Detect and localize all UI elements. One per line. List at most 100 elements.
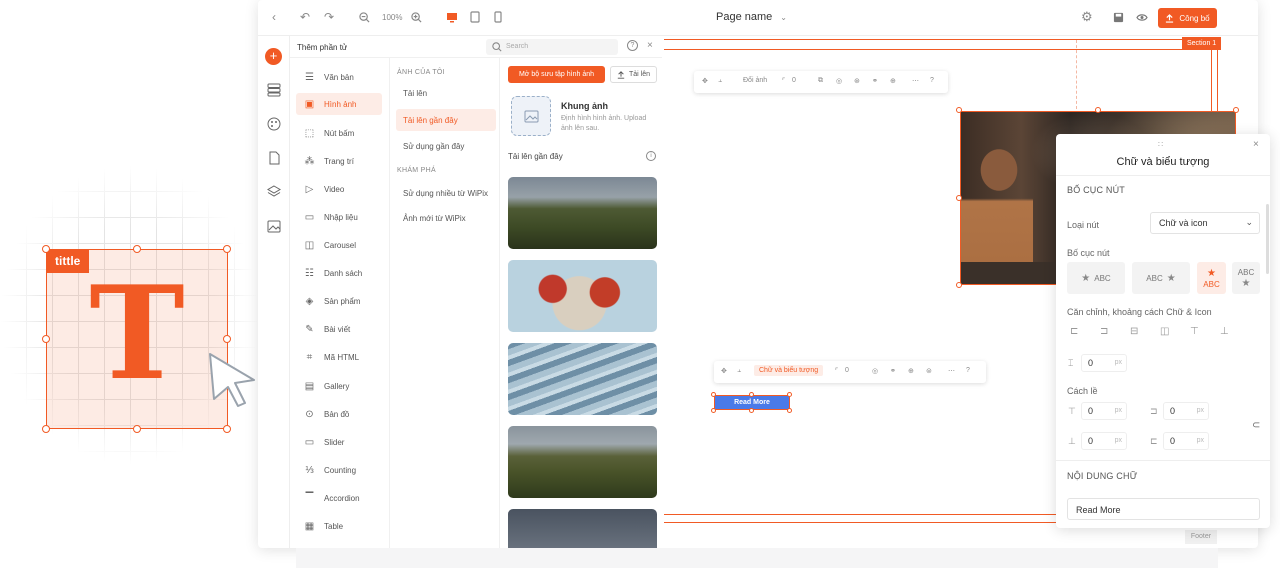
zoom-out-icon[interactable] [359, 12, 370, 23]
layout-icon-top[interactable]: ★ ABC [1197, 262, 1226, 294]
gap-input[interactable]: 0 px [1081, 354, 1127, 372]
help-icon[interactable]: ? [627, 40, 638, 51]
align-bottom-icon[interactable]: ⊥ [1220, 326, 1229, 337]
resize-handle[interactable] [711, 392, 716, 397]
effects-icon[interactable]: ⊕ [908, 367, 914, 375]
page-name-selector[interactable]: Page name ⌄ [716, 11, 787, 23]
category-carousel[interactable]: ◫ Carousel [296, 234, 382, 256]
category-image[interactable]: ▣ Hình ảnh [296, 93, 382, 115]
drag-handle-icon[interactable]: ∷ [1158, 140, 1163, 149]
padding-right-input[interactable]: 0 px [1163, 402, 1209, 420]
image-thumbnail[interactable] [508, 426, 657, 498]
effects-icon[interactable]: ⊛ [854, 77, 860, 85]
tablet-view-icon[interactable] [470, 11, 480, 23]
animation-icon[interactable]: ◎ [836, 77, 842, 85]
category-product[interactable]: ◈ Sản phẩm [296, 290, 382, 312]
button-mode-selector[interactable]: Chữ và biểu tượng [754, 365, 824, 376]
style-icon[interactable]: ⊕ [890, 77, 896, 85]
sections-icon[interactable] [267, 83, 281, 97]
search-input[interactable]: Search [486, 39, 618, 55]
category-gallery[interactable]: ▤ Gallery [296, 375, 382, 397]
button-type-select[interactable]: Chữ và icon ⌄ [1150, 212, 1260, 234]
link-padding-icon[interactable]: ⊂ [1252, 420, 1260, 431]
image-frame-thumbnail[interactable] [511, 96, 551, 136]
link-icon[interactable]: ⚭ [872, 77, 878, 85]
category-list-item[interactable]: ☷ Danh sách [296, 262, 382, 284]
resize-handle[interactable] [787, 408, 792, 413]
more-icon[interactable]: ⋯ [948, 367, 955, 375]
corner-radius-value[interactable]: 0 [845, 367, 849, 374]
category-video[interactable]: ▷ Video [296, 178, 382, 200]
resize-handle[interactable] [1095, 107, 1101, 113]
layout-icon-bottom[interactable]: ABC ★ [1232, 262, 1260, 294]
menu-wipix-popular[interactable]: Sử dụng nhiều từ WiPix [396, 182, 496, 204]
back-icon[interactable]: ‹ [272, 10, 276, 24]
settings-gear-icon[interactable]: ⚙ [1081, 9, 1093, 25]
category-text[interactable]: ☰ Văn bản [296, 66, 382, 88]
palette-icon[interactable] [267, 117, 281, 131]
category-html[interactable]: ⌗ Mã HTML [296, 346, 382, 368]
distribute-icon[interactable]: ◫ [1160, 326, 1169, 337]
mobile-view-icon[interactable] [494, 11, 502, 23]
image-thumbnail[interactable] [508, 343, 657, 415]
category-input[interactable]: ▭ Nhập liệu [296, 206, 382, 228]
save-icon[interactable] [1113, 12, 1124, 23]
align-icon[interactable]: ⫠ [718, 77, 722, 85]
media-icon[interactable] [267, 220, 281, 233]
category-table[interactable]: ▦ Table [296, 515, 382, 537]
category-map[interactable]: ⊙ Bản đồ [296, 403, 382, 425]
animation-icon[interactable]: ◎ [872, 367, 878, 375]
preview-eye-icon[interactable] [1136, 13, 1148, 22]
layout-icon-right[interactable]: ABC ★ [1132, 262, 1190, 294]
align-center-icon[interactable]: ⊟ [1130, 326, 1138, 337]
category-counting[interactable]: ⅓ Counting [296, 459, 382, 481]
padding-left-input[interactable]: 0 px [1163, 432, 1209, 450]
resize-handle[interactable] [956, 107, 962, 113]
desktop-view-icon[interactable] [446, 12, 458, 23]
menu-upload[interactable]: Tải lên [396, 82, 496, 104]
padding-top-input[interactable]: 0 px [1081, 402, 1127, 420]
link-icon[interactable]: ⚭ [890, 367, 896, 375]
info-icon[interactable]: i [646, 151, 656, 161]
resize-handle[interactable] [711, 408, 716, 413]
resize-handle[interactable] [749, 392, 754, 397]
resize-handle[interactable] [956, 195, 962, 201]
align-top-icon[interactable]: ⊤ [1190, 326, 1199, 337]
style-icon[interactable]: ⊜ [926, 367, 932, 375]
resize-handle[interactable] [1233, 107, 1239, 113]
zoom-in-icon[interactable] [411, 12, 422, 23]
category-slider[interactable]: ▭ Slider [296, 431, 382, 453]
padding-bottom-input[interactable]: 0 px [1081, 432, 1127, 450]
layers-icon[interactable] [267, 185, 281, 199]
align-icon[interactable]: ⫠ [737, 367, 741, 375]
move-icon[interactable]: ✥ [702, 77, 708, 85]
corner-radius-value[interactable]: 0 [792, 77, 796, 84]
align-left-icon[interactable]: ⊏ [1070, 326, 1078, 337]
redo-icon[interactable]: ↷ [324, 10, 334, 24]
resize-handle[interactable] [749, 408, 754, 413]
help-icon[interactable]: ? [930, 77, 934, 84]
menu-recently-used[interactable]: Sử dụng gần đây [396, 135, 496, 157]
open-collection-button[interactable]: Mở bộ sưu tập hình ảnh [508, 66, 605, 83]
category-button[interactable]: ⬚ Nút bấm [296, 122, 382, 144]
menu-recent-uploads[interactable]: Tải lên gần đây [396, 109, 496, 131]
image-thumbnail[interactable] [508, 177, 657, 249]
resize-handle[interactable] [787, 392, 792, 397]
close-panel-icon[interactable]: × [647, 40, 653, 51]
help-icon[interactable]: ? [966, 367, 970, 374]
more-icon[interactable]: ⋯ [912, 77, 919, 85]
category-accordion[interactable]: ▔ Accordion [296, 487, 382, 509]
resize-handle[interactable] [956, 282, 962, 288]
publish-button[interactable]: Công bố [1158, 8, 1217, 28]
image-thumbnail[interactable] [508, 260, 657, 332]
move-icon[interactable]: ✥ [721, 367, 727, 375]
crop-icon[interactable]: ⧉ [818, 77, 823, 85]
layout-icon-left[interactable]: ★ ABC [1067, 262, 1125, 294]
button-text-input[interactable]: Read More [1067, 498, 1260, 520]
undo-icon[interactable]: ↶ [300, 10, 310, 24]
change-image-button[interactable]: Đổi ảnh [743, 77, 767, 84]
category-decor[interactable]: ⁂ Trang trí [296, 150, 382, 172]
align-right-icon[interactable]: ⊐ [1100, 326, 1108, 337]
category-post[interactable]: ✎ Bài viết [296, 318, 382, 340]
add-element-icon[interactable]: + [265, 48, 282, 65]
